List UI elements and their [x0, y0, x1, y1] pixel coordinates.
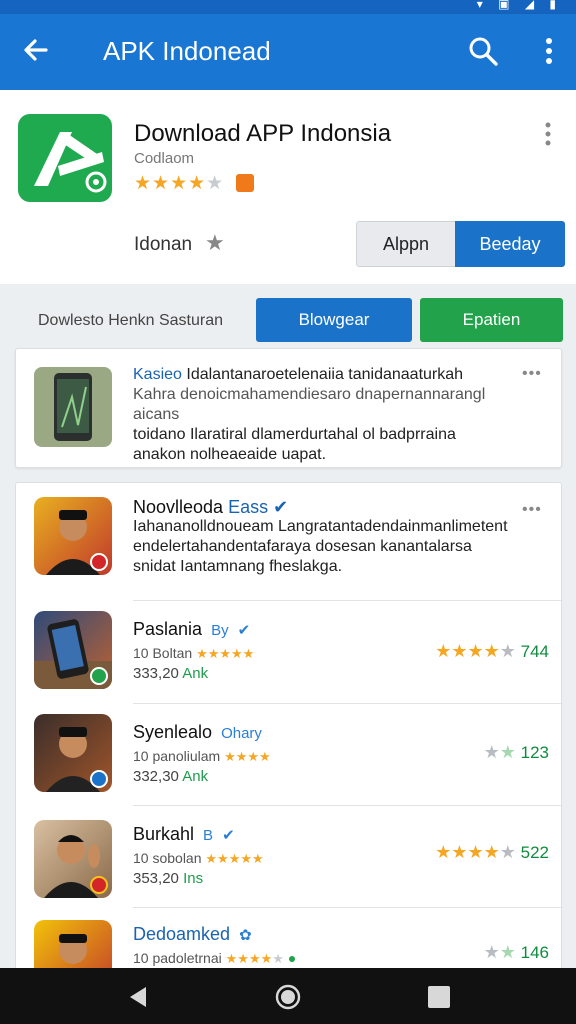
app-more-icon[interactable]: [540, 120, 556, 150]
avatar-badge-icon: [90, 770, 108, 788]
list-item-stars: ★★★★★: [225, 951, 284, 966]
list-item-sub: 10 panoliulam ★★★★: [133, 748, 271, 764]
list-item-stars: ★★★★★: [196, 646, 255, 661]
verified-icon: ✿: [239, 927, 252, 944]
list-item-size: 353,20 Ins: [133, 870, 204, 887]
verified-icon: ✔: [237, 622, 251, 639]
list-item-desc-line2: endelertahandentafaraya dosesan kanantal…: [133, 538, 472, 555]
browse-button-label: Blowgear: [298, 310, 370, 329]
app-header-card: Download APP Indonsia Codlaom ★★★★★ Idon…: [0, 90, 576, 284]
list-item-title-blue: Ohary: [221, 725, 262, 742]
list-item-stars: ★★★★: [224, 749, 271, 764]
patien-button-label: Epatien: [462, 310, 521, 329]
app-rating-stars: ★★★★★: [134, 173, 225, 194]
verified-icon: ✔: [273, 497, 289, 517]
list-item[interactable]: Syenlealo Ohary 10 panoliulam ★★★★ 332,3…: [16, 704, 563, 806]
list-item-sub: 10 Boltan ★★★★★: [133, 645, 255, 661]
nav-recents-icon[interactable]: [428, 986, 450, 1008]
system-nav-bar: [0, 968, 576, 1024]
secondary-button[interactable]: Alppn: [356, 221, 456, 267]
list-item-title-row: Burkahl B ✔: [133, 824, 235, 845]
back-arrow-icon[interactable]: [20, 34, 52, 66]
list-item-title-row: Syenlealo Ohary: [133, 722, 262, 743]
list-item-title: Syenlealo: [133, 722, 213, 742]
list-item-title-row: Paslania By ✔: [133, 619, 250, 640]
verified-icon: ✔: [222, 827, 235, 844]
featured-line1: Idalantanaroetelenaiia tanidanaaturkah: [186, 366, 464, 383]
featured-text: Kasieo Idalantanaroetelenaiia tanidanaat…: [133, 365, 533, 465]
list-item-desc: Noovlleoda Eass ✔ Iahananolldnoueam Lang…: [133, 497, 543, 577]
primary-button[interactable]: Beeday: [455, 221, 565, 267]
featured-title: Kasieo: [133, 366, 182, 383]
nav-home-icon[interactable]: [275, 984, 301, 1010]
avatar: [34, 820, 112, 898]
favorite-star-icon[interactable]: ★: [205, 230, 225, 256]
list-item-rating: ★★★★★ 522: [435, 842, 549, 862]
list-item-more-icon[interactable]: •••: [522, 501, 542, 519]
list-item-rating: ★★ 123: [483, 742, 549, 762]
list-item-title-row: Dedoamked ✿: [133, 924, 252, 945]
app-logo-icon: [18, 114, 112, 202]
list-item[interactable]: Burkahl B ✔ 10 sobolan ★★★★★ 353,20 Ins …: [16, 806, 563, 908]
list-item-title: Noovlleoda: [133, 497, 224, 517]
list-item-title-blue: By: [211, 622, 229, 639]
status-icons: ▾ ▣ ◢ ▮: [476, 0, 562, 11]
featured-card[interactable]: Kasieo Idalantanaroetelenaiia tanidanaat…: [15, 348, 562, 468]
browse-button[interactable]: Blowgear: [256, 298, 412, 342]
list-item-size: 332,30 Ank: [133, 768, 209, 785]
list-item-stars: ★★★★★: [205, 851, 264, 866]
list-item-rating: ★★★★★ 744: [435, 641, 549, 661]
overflow-menu-icon[interactable]: [538, 34, 560, 68]
list-item-title-blue: B: [203, 827, 214, 844]
list-item-size: 333,20 Ank: [133, 665, 209, 682]
app-name: Download APP Indonsia: [134, 120, 392, 147]
developer-name: Codlaom: [134, 150, 195, 167]
list-item-rating: ★★ 146: [483, 942, 549, 962]
list-item-sub: 10 padoletrnai ★★★★★ ●: [133, 950, 297, 966]
list-item-title: Paslania: [133, 619, 203, 639]
list-item-sub: 10 sobolan ★★★★★: [133, 850, 264, 866]
filter-row: Dowlesto Henkn Sasturan Blowgear Epatien: [0, 290, 576, 346]
avatar-badge-icon: [90, 667, 108, 685]
status-bar: ▾ ▣ ◢ ▮: [0, 0, 576, 14]
featured-line2: Kahra denoicmahamendiesaro dnapernannara…: [133, 386, 486, 423]
app-list: Noovlleoda Eass ✔ Iahananolldnoueam Lang…: [15, 482, 563, 983]
list-item-title-blue: Eass: [228, 497, 269, 517]
list-item-title: Burkahl: [133, 824, 195, 844]
avatar: [34, 611, 112, 689]
featured-line3: toidano Ilaratiral dlamerdurtahal ol bad…: [133, 426, 456, 443]
search-icon[interactable]: [466, 34, 500, 68]
phone-thumbnail: [34, 367, 112, 447]
list-item-title: Dedoamked: [133, 924, 231, 944]
list-item[interactable]: Paslania By ✔ 10 Boltan ★★★★★ 333,20 Ank…: [16, 601, 563, 704]
patien-button[interactable]: Epatien: [420, 298, 563, 342]
avatar: [34, 497, 112, 575]
avatar: [34, 714, 112, 792]
avatar-badge-icon: [90, 876, 108, 894]
list-item[interactable]: Noovlleoda Eass ✔ Iahananolldnoueam Lang…: [16, 483, 563, 601]
filter-label: Dowlesto Henkn Sasturan: [38, 312, 223, 329]
page-title: APK Indonead: [103, 36, 271, 66]
content-rating-badge: [236, 174, 254, 192]
list-item-desc-line3: snidat Iantamnang fheslakga.: [133, 558, 343, 575]
list-item-desc-line1: Iahananolldnoueam Langratantadendainmanl…: [133, 518, 508, 535]
nav-back-icon[interactable]: [126, 985, 150, 1009]
featured-line4: anakon nolheaeaide uapat.: [133, 446, 327, 463]
app-bar: APK Indonead: [0, 14, 576, 90]
meta-label: Idonan: [134, 234, 193, 255]
avatar-badge-icon: [90, 553, 108, 571]
featured-more-icon[interactable]: •••: [522, 365, 542, 383]
